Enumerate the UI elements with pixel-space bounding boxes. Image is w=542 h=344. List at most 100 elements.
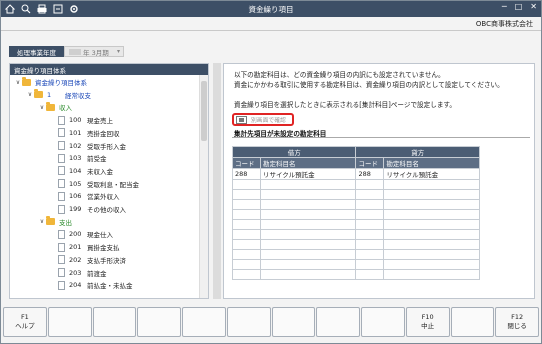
monitor-icon <box>236 115 247 124</box>
tree-item[interactable]: 202 支払手形決済 <box>50 254 126 266</box>
table-row[interactable] <box>232 199 480 210</box>
chevron-down-icon[interactable]: ∨ <box>26 91 34 98</box>
debit-name-header: 勘定科目名 <box>259 157 357 169</box>
tree-item-label: 買掛金支払 <box>87 244 120 253</box>
notice-text: 以下の勘定科目は、どの資金繰り項目の内訳にも設定されていません。 資金にかかわる… <box>234 70 504 110</box>
tree-item-label: 前渡金 <box>87 269 107 278</box>
open-separate-window-button[interactable]: 別画面で確認 <box>232 113 294 126</box>
document-icon <box>58 280 65 290</box>
document-icon <box>58 229 65 239</box>
fkey-empty-button[interactable] <box>316 307 360 337</box>
fkey-empty-button[interactable] <box>182 307 226 337</box>
company-name: OBC商事株式会社 <box>475 20 533 28</box>
fkey-label: 閉じる <box>507 322 527 330</box>
minimize-button[interactable]: ─ <box>502 2 507 11</box>
document-icon <box>58 242 65 252</box>
credit-code-cell: 288 <box>355 168 385 180</box>
fkey-empty-button[interactable] <box>226 307 271 337</box>
document-icon <box>58 153 65 163</box>
maximize-button[interactable]: □ <box>515 2 523 11</box>
table-row[interactable] <box>232 269 480 280</box>
empty-cell <box>259 259 357 270</box>
empty-cell <box>259 219 357 230</box>
tree-scrollbar[interactable] <box>199 75 208 298</box>
tree-item-label: 売掛金回収 <box>87 129 120 138</box>
period-year-masked <box>69 48 81 55</box>
tree-item[interactable]: 201 買掛金支払 <box>50 241 120 253</box>
tree-item[interactable]: 100 現金売上 <box>50 114 113 126</box>
empty-cell <box>232 179 261 190</box>
section-divider <box>232 137 530 138</box>
tree-item[interactable]: 199 その他の収入 <box>50 203 126 215</box>
fkey-f10-button[interactable]: F10 中止 <box>405 307 450 337</box>
open-separate-window-label: 別画面で確認 <box>251 118 286 124</box>
table-row[interactable] <box>232 219 480 230</box>
tree-folder-item[interactable]: ∨ 1 経常収支 <box>26 89 91 101</box>
fkey-empty-button[interactable] <box>92 307 137 337</box>
empty-cell <box>232 239 261 250</box>
tree-item-label: 支払手形決済 <box>87 256 126 265</box>
empty-cell <box>259 229 357 240</box>
chevron-down-icon: ▾ <box>116 48 120 55</box>
tree-item-label: 収入 <box>59 104 72 113</box>
close-button[interactable]: ✕ <box>530 2 537 11</box>
tree-item-label: 営業外収入 <box>87 193 120 202</box>
table-row[interactable] <box>232 239 480 250</box>
tree-folder-item[interactable]: ∨ 支出 <box>38 216 72 228</box>
debit-code-header: コード <box>232 157 261 169</box>
fkey-empty-button[interactable] <box>271 307 316 337</box>
tree-item[interactable]: 105 受取利息・配当金 <box>50 178 139 190</box>
notice-line: 以下の勘定科目は、どの資金繰り項目の内訳にも設定されていません。 <box>234 71 445 79</box>
tree-scrollbar-thumb[interactable] <box>201 81 207 141</box>
tree-item-label: 現金仕入 <box>87 231 113 240</box>
tree-folder-item[interactable]: ∨ 資金繰り項目体系 <box>14 76 87 88</box>
table-row[interactable] <box>232 189 480 200</box>
fkey-code: F10 <box>421 313 434 321</box>
notice-line <box>234 90 504 100</box>
empty-cell <box>355 229 385 240</box>
table-row[interactable]: 288 リサイクル預託金 288 リサイクル預託金 <box>232 168 480 180</box>
debit-code-cell: 288 <box>232 168 261 180</box>
tree-item[interactable]: 102 受取手形入金 <box>50 140 126 152</box>
empty-cell <box>355 209 385 220</box>
tree-item-label: 前受金 <box>87 155 107 164</box>
empty-cell <box>383 199 480 210</box>
empty-cell <box>383 229 480 240</box>
empty-cell <box>355 179 385 190</box>
table-row[interactable] <box>232 259 480 270</box>
tree-item[interactable]: 106 営業外収入 <box>50 190 120 202</box>
fkey-f1-button[interactable]: F1 ヘルプ <box>3 307 47 337</box>
fkey-empty-button[interactable] <box>450 307 495 337</box>
tree-item-label: 前払金・未払金 <box>87 282 133 291</box>
chevron-down-icon[interactable]: ∨ <box>38 218 46 225</box>
chevron-down-icon[interactable]: ∨ <box>38 104 46 111</box>
fkey-empty-button[interactable] <box>47 307 92 337</box>
table-row[interactable] <box>232 229 480 240</box>
empty-cell <box>355 249 385 260</box>
fkey-empty-button[interactable] <box>137 307 181 337</box>
chevron-down-icon[interactable]: ∨ <box>14 79 22 86</box>
empty-cell <box>355 269 385 280</box>
panel-splitter[interactable] <box>213 63 221 299</box>
table-row[interactable] <box>232 209 480 220</box>
period-select[interactable]: 年 3月期 ▾ <box>64 46 124 57</box>
tree-item[interactable]: 200 現金仕入 <box>50 228 113 240</box>
empty-cell <box>259 239 357 250</box>
tree-item[interactable]: 203 前渡金 <box>50 267 107 279</box>
folder-icon <box>46 216 55 226</box>
tree-item[interactable]: 101 売掛金回収 <box>50 127 120 139</box>
fkey-empty-button[interactable] <box>361 307 405 337</box>
table-row[interactable] <box>232 249 480 260</box>
tree-item[interactable]: 103 前受金 <box>50 152 107 164</box>
title-bar: 資金繰り項目 ─ □ ✕ <box>1 1 541 17</box>
empty-cell <box>232 259 261 270</box>
empty-cell <box>259 249 357 260</box>
notice-line: 資金にかかわる取引に使用する勘定科目は、資金繰り項目の内訳として設定してください… <box>234 81 504 89</box>
fkey-f12-button[interactable]: F12 閉じる <box>495 307 539 337</box>
tree-item[interactable]: 104 未収入金 <box>50 165 113 177</box>
tree-folder-item[interactable]: ∨ 収入 <box>38 101 72 113</box>
folder-icon <box>22 76 31 86</box>
credit-name-header: 勘定科目名 <box>383 157 480 169</box>
table-row[interactable] <box>232 179 480 190</box>
tree-item[interactable]: 204 前払金・未払金 <box>50 279 133 291</box>
